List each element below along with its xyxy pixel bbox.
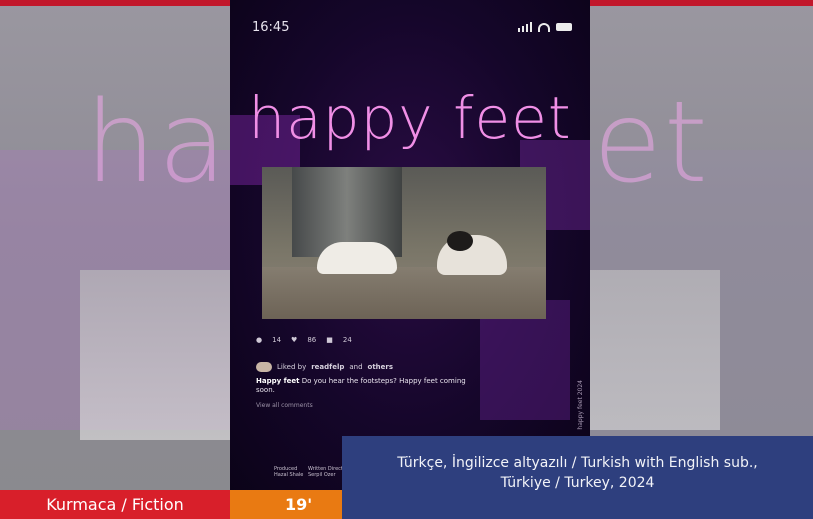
status-icons	[518, 22, 572, 32]
poster-photo	[262, 167, 546, 319]
liked-by-row: Liked by readfelp and others	[256, 362, 393, 372]
status-time: 16:45	[252, 20, 290, 35]
kneeling-figure	[317, 242, 397, 274]
genre-badge: Kurmaca / Fiction	[0, 490, 230, 519]
poster-phone-screen: 16:45 happy feet ● 14 ♥ 86 ■ 24 Liked by…	[230, 0, 590, 490]
vertical-credit-text: happy feet 2024	[577, 380, 584, 430]
info-line-subtitles: Türkçe, İngilizce altyazılı / Turkish wi…	[397, 455, 758, 471]
battery-icon	[556, 23, 572, 31]
info-line-country-year: Türkiye / Turkey, 2024	[500, 475, 655, 491]
stat-count: 86	[307, 336, 317, 344]
carpet-floor	[262, 267, 546, 319]
language-country-info: Türkçe, İngilizce altyazılı / Turkish wi…	[342, 436, 813, 519]
liked-and: and	[349, 363, 363, 371]
view-comments-link: View all comments	[256, 402, 313, 409]
signal-icon	[518, 22, 532, 32]
duration-badge: 19'	[230, 490, 342, 519]
credits-block: Produced Hazal Shale	[274, 466, 303, 478]
stat-count: 14	[272, 336, 282, 344]
wifi-icon	[538, 22, 550, 32]
background-room-image-right	[590, 270, 720, 430]
liked-prefix: Liked by	[277, 363, 307, 371]
credit-line: Hazal Shale	[274, 472, 304, 478]
liked-user: readfelp	[311, 363, 345, 371]
comment-icon: ■	[326, 336, 333, 344]
background-room-image-left	[80, 270, 230, 440]
heart-icon: ♥	[291, 336, 298, 344]
liked-others: others	[367, 363, 394, 371]
avatar	[256, 362, 272, 372]
poster-title: happy feet	[248, 84, 572, 152]
post-stats: ● 14 ♥ 86 ■ 24	[256, 336, 352, 344]
caption-user: Happy feet	[256, 377, 300, 385]
post-caption: Happy feet Do you hear the footsteps? Ha…	[256, 377, 466, 395]
stat-count: 24	[342, 336, 352, 344]
person-icon: ●	[256, 336, 263, 344]
figure-head	[447, 231, 473, 251]
